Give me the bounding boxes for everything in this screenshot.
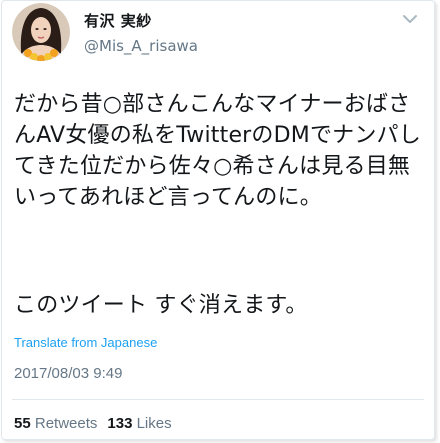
tweet-text: だから昔○部さんこんなマイナーおばさんAV女優の私をTwitterのDMでナンパ… [14,92,421,210]
translate-link[interactable]: Translate from Japanese [14,335,157,350]
tweet-timestamp[interactable]: 2017/08/03 9:49 [14,365,122,382]
likes-label: Likes [136,415,172,432]
likes-stat[interactable]: 133 Likes [107,415,171,432]
retweets-stat[interactable]: 55 Retweets [14,415,97,432]
tweet-stats: 55 Retweets 133 Likes [14,415,172,432]
likes-count: 133 [107,415,133,432]
retweets-label: Retweets [34,415,98,432]
avatar[interactable] [12,3,70,61]
avatar-image [12,3,70,61]
divider [12,399,424,400]
display-name[interactable]: 有沢 実紗 [84,10,152,31]
retweets-count: 55 [14,415,31,432]
chevron-down-icon[interactable] [402,13,418,25]
tweet-card: 有沢 実紗 @Mis_A_risawa だから昔○部さんこんなマイナーおばさんA… [1,0,435,440]
tweet-text-secondary: このツイート すぐ消えます。 [14,293,308,318]
user-handle[interactable]: @Mis_A_risawa [84,37,198,55]
